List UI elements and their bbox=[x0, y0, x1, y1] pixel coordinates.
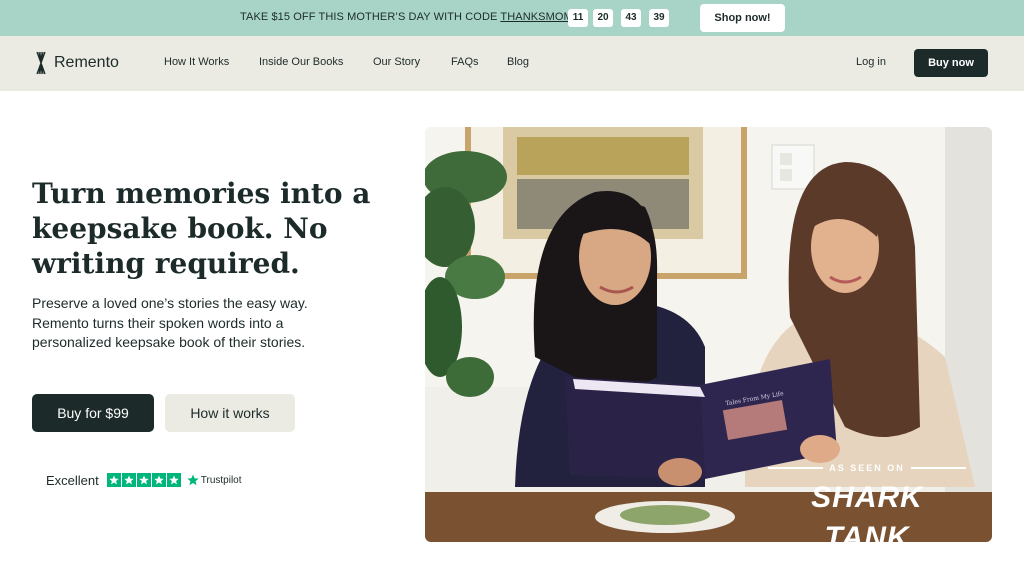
rating-star-icon bbox=[166, 473, 181, 487]
trustpilot-logo: Trustpilot bbox=[187, 474, 242, 486]
rating-stars bbox=[106, 473, 182, 487]
promo-message: TAKE $15 OFF THIS MOTHER’S DAY WITH CODE bbox=[240, 11, 501, 23]
promo-text: TAKE $15 OFF THIS MOTHER’S DAY WITH CODE… bbox=[240, 11, 573, 23]
shark-tank-badge: AS SEEN ON SHARK TANK bbox=[768, 462, 967, 554]
login-link[interactable]: Log in bbox=[856, 56, 886, 68]
promo-banner: TAKE $15 OFF THIS MOTHER’S DAY WITH CODE… bbox=[0, 0, 1024, 36]
countdown-seconds: 39 bbox=[649, 9, 669, 27]
rating-label: Excellent bbox=[46, 472, 99, 488]
countdown-days: 11 bbox=[568, 9, 588, 27]
nav-link-our-story[interactable]: Our Story bbox=[373, 56, 420, 68]
badge-top-text: AS SEEN ON bbox=[829, 463, 905, 473]
logo-text: Remento bbox=[54, 54, 119, 71]
nav-link-blog[interactable]: Blog bbox=[507, 56, 529, 68]
trustpilot-brand: Trustpilot bbox=[200, 474, 242, 486]
countdown-minutes: 43 bbox=[621, 9, 641, 27]
buy-now-button[interactable]: Buy now bbox=[914, 49, 988, 77]
promo-code[interactable]: THANKSMOM bbox=[500, 11, 572, 23]
hero-subtitle: Preserve a loved one’s stories the easy … bbox=[32, 295, 308, 350]
rating-star-icon bbox=[106, 473, 121, 487]
nav-link-inside-our-books[interactable]: Inside Our Books bbox=[259, 56, 343, 68]
rating-star-icon bbox=[151, 473, 166, 487]
main-nav: Remento How It Works Inside Our Books Ou… bbox=[0, 36, 1024, 91]
nav-link-faqs[interactable]: FAQs bbox=[451, 56, 479, 68]
how-it-works-button[interactable]: How it works bbox=[165, 394, 295, 432]
rating-star-icon bbox=[136, 473, 151, 487]
trustpilot-star-icon bbox=[187, 474, 199, 486]
logo[interactable]: Remento bbox=[34, 51, 119, 75]
badge-main-text: SHARK TANK bbox=[811, 481, 923, 554]
buy-for-price-button[interactable]: Buy for $99 bbox=[32, 394, 154, 432]
hero-title: Turn memories into a keepsake book. No w… bbox=[32, 177, 371, 280]
logo-icon bbox=[36, 51, 46, 75]
shop-now-button[interactable]: Shop now! bbox=[700, 4, 785, 32]
countdown-hours: 20 bbox=[593, 9, 613, 27]
trustpilot-rating[interactable]: Excellent Trustpilot bbox=[46, 472, 242, 488]
rating-star-icon bbox=[121, 473, 136, 487]
nav-link-how-it-works[interactable]: How It Works bbox=[164, 56, 229, 68]
